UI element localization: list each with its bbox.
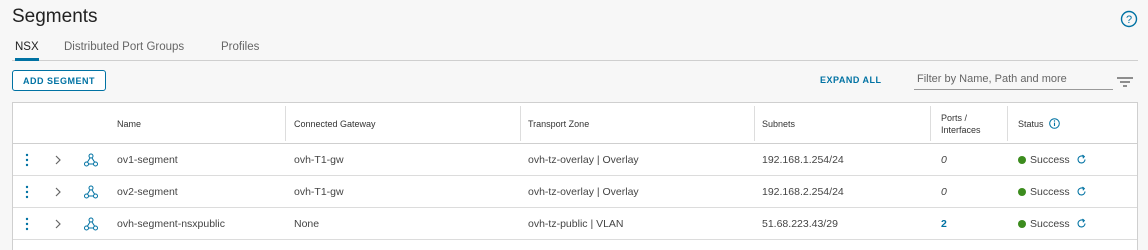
segment-network-icon — [84, 185, 98, 199]
segment-network-icon — [84, 153, 98, 167]
subnet: 192.168.1.254/24 — [762, 153, 844, 166]
column-header-gateway[interactable]: Connected Gateway — [286, 103, 376, 144]
row-actions-icon[interactable] — [22, 153, 32, 167]
expand-all-button[interactable]: EXPAND ALL — [820, 75, 882, 85]
table-row[interactable]: ov1-segment ovh-T1-gw ovh-tz-overlay | O… — [13, 144, 1137, 176]
segment-name: ovh-segment-nsxpublic — [117, 217, 225, 230]
status-cell: Success — [1018, 208, 1087, 239]
refresh-icon[interactable] — [1076, 154, 1087, 165]
table-header: Name Connected Gateway Transport Zone Su… — [13, 103, 1137, 144]
chevron-right-icon[interactable] — [53, 186, 63, 198]
connected-gateway: ovh-T1-gw — [294, 153, 344, 166]
transport-zone: ovh-tz-overlay | Overlay — [528, 185, 639, 198]
info-icon[interactable] — [1048, 118, 1060, 129]
ports-count-link[interactable]: 2 — [941, 208, 947, 239]
segments-table: Name Connected Gateway Transport Zone Su… — [12, 102, 1138, 250]
segment-name: ov1-segment — [117, 153, 178, 166]
segment-network-icon — [84, 217, 98, 231]
row-actions-icon[interactable] — [22, 217, 32, 231]
table-row[interactable]: ov2-segment ovh-T1-gw ovh-tz-overlay | O… — [13, 176, 1137, 208]
success-status-icon — [1018, 187, 1026, 196]
add-segment-button[interactable]: ADD SEGMENT — [12, 70, 106, 91]
refresh-icon[interactable] — [1076, 218, 1087, 229]
status-text: Success — [1030, 153, 1070, 166]
subnet: 192.168.2.254/24 — [762, 185, 844, 198]
column-header-ports[interactable]: Ports / Interfaces — [933, 103, 981, 144]
transport-zone: ovh-tz-public | VLAN — [528, 217, 624, 230]
tab-distributed-port-groups[interactable]: Distributed Port Groups — [64, 40, 184, 61]
ports-count: 0 — [941, 185, 947, 198]
success-status-icon — [1018, 219, 1026, 228]
help-circle-icon[interactable]: ? — [1120, 10, 1138, 28]
ports-header-line2: Interfaces — [941, 124, 981, 135]
segment-name: ov2-segment — [117, 185, 178, 198]
tab-bar: NSX Distributed Port Groups Profiles — [12, 40, 1138, 61]
status-cell: Success — [1018, 144, 1087, 175]
filter-input[interactable] — [914, 69, 1113, 90]
connected-gateway: ovh-T1-gw — [294, 185, 344, 198]
refresh-icon[interactable] — [1076, 186, 1087, 197]
subnet: 51.68.223.43/29 — [762, 217, 838, 230]
table-row[interactable]: ovh-segment-nsxpublic None ovh-tz-public… — [13, 208, 1137, 240]
ports-header-line1: Ports / — [941, 112, 968, 123]
connected-gateway: None — [294, 217, 320, 230]
column-header-status[interactable]: Status — [1010, 103, 1060, 144]
column-header-name[interactable]: Name — [109, 103, 141, 144]
svg-text:?: ? — [1126, 14, 1132, 26]
chevron-right-icon[interactable] — [53, 218, 63, 230]
row-actions-icon[interactable] — [22, 185, 32, 199]
status-header-label: Status — [1018, 118, 1044, 129]
column-header-subnets[interactable]: Subnets — [754, 103, 795, 144]
status-text: Success — [1030, 217, 1070, 230]
filter-lines-icon[interactable] — [1117, 76, 1133, 88]
column-header-transport-zone[interactable]: Transport Zone — [520, 103, 589, 144]
status-text: Success — [1030, 185, 1070, 198]
status-cell: Success — [1018, 176, 1087, 207]
tab-profiles[interactable]: Profiles — [221, 40, 259, 61]
transport-zone: ovh-tz-overlay | Overlay — [528, 153, 639, 166]
chevron-right-icon[interactable] — [53, 154, 63, 166]
success-status-icon — [1018, 155, 1026, 164]
tab-nsx[interactable]: NSX — [15, 40, 39, 61]
page-title: Segments — [12, 6, 98, 27]
ports-count: 0 — [941, 153, 947, 166]
